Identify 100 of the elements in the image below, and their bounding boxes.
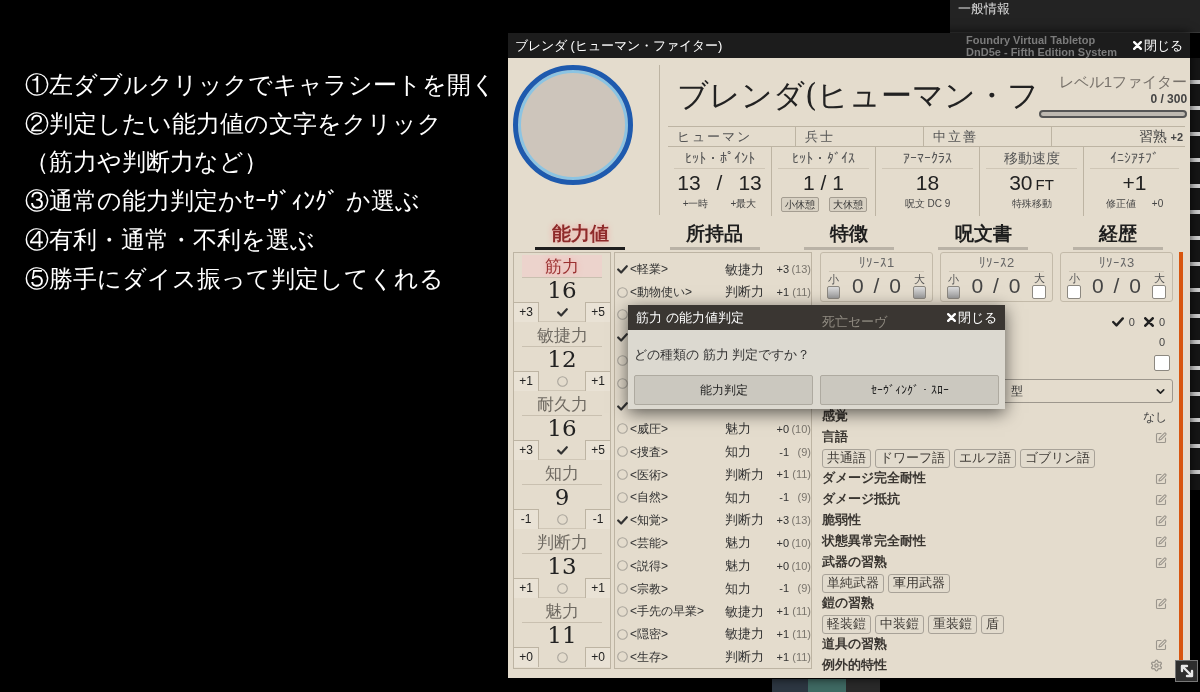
skill-name[interactable]: <動物使い> — [630, 283, 692, 302]
rest-button[interactable]: 大休憩 — [828, 197, 867, 212]
circle-icon[interactable] — [617, 560, 628, 572]
edit-icon[interactable] — [1155, 472, 1167, 485]
tab[interactable]: 呪文書 — [938, 221, 1029, 250]
skill-name[interactable]: <軽業> — [630, 260, 668, 279]
edit-icon[interactable] — [1155, 493, 1167, 506]
detail-text[interactable]: 中立善 — [933, 127, 978, 146]
settings-icon[interactable] — [1150, 659, 1163, 672]
skill-name[interactable]: <隠密> — [630, 625, 668, 644]
ability-name[interactable]: 判断力 — [522, 531, 602, 554]
circle-icon[interactable] — [556, 582, 568, 594]
ability-name[interactable]: 筋力 — [522, 255, 602, 278]
tab[interactable]: 所持品 — [669, 221, 760, 250]
circle-icon[interactable] — [617, 309, 628, 321]
skill-name[interactable]: <威圧> — [630, 419, 668, 438]
edit-icon[interactable] — [1155, 535, 1167, 548]
success-count: 0 — [1128, 314, 1135, 330]
circle-icon[interactable] — [617, 583, 628, 595]
edit-icon[interactable] — [1155, 556, 1167, 569]
ability-name[interactable]: 知力 — [522, 462, 602, 485]
circle-icon[interactable] — [556, 375, 568, 387]
checkbox[interactable] — [1154, 355, 1170, 371]
system-info-text: Foundry Virtual Tabletop — [966, 33, 1097, 46]
edit-icon[interactable] — [1155, 514, 1167, 527]
ability-score[interactable]: 16 — [547, 416, 577, 440]
rest-label: 小 — [828, 273, 839, 285]
rest-button[interactable]: 小休憩 — [780, 197, 819, 212]
resource-label[interactable]: ﾘｿｰｽ2 — [949, 254, 1044, 272]
check-icon[interactable] — [617, 401, 628, 411]
circle-icon[interactable] — [617, 286, 628, 298]
check-icon[interactable] — [556, 445, 568, 455]
check-icon[interactable] — [617, 515, 628, 525]
circle-icon[interactable] — [617, 377, 628, 389]
circle-icon[interactable] — [617, 446, 628, 458]
skill-name[interactable]: <生存> — [630, 647, 668, 666]
circle-icon[interactable] — [617, 537, 628, 549]
ability-score[interactable]: 16 — [547, 278, 577, 302]
scrollbar[interactable] — [1179, 252, 1183, 660]
circle-icon[interactable] — [617, 651, 628, 663]
roll-option-button[interactable]: ｾｰｳﾞｨﾝｸﾞ・ｽﾛｰ — [820, 375, 999, 405]
edit-icon[interactable] — [1155, 638, 1167, 651]
checkbox[interactable] — [1152, 285, 1166, 299]
detail-text[interactable]: ヒューマン — [677, 127, 752, 146]
skill-name[interactable]: <医術> — [630, 465, 668, 484]
circle-icon[interactable] — [617, 628, 628, 640]
checkbox[interactable] — [1032, 285, 1046, 299]
skill-name[interactable]: <宗教> — [630, 579, 668, 598]
stat-note: +一時 — [682, 197, 709, 210]
skill-ability: 判断力 — [725, 283, 764, 302]
circle-icon[interactable] — [617, 423, 628, 435]
close-button[interactable]: 閉じる — [947, 307, 997, 328]
resource-value[interactable]: 0 / 0 — [1092, 273, 1141, 299]
ability-score[interactable]: 11 — [547, 623, 577, 647]
skill-name[interactable]: <自然> — [630, 488, 668, 507]
check-icon[interactable] — [617, 333, 628, 343]
passive-score: (9) — [797, 581, 811, 597]
edit-icon[interactable] — [1155, 431, 1167, 444]
skill-name[interactable]: <説得> — [630, 556, 668, 575]
detail-text[interactable]: 兵士 — [805, 127, 835, 146]
tab[interactable]: 経歴 — [1072, 221, 1163, 250]
skill-name[interactable]: <捜査> — [630, 442, 668, 461]
cross-icon — [1143, 317, 1154, 327]
instruction-line: ②判定したい能力値の文字をクリック — [25, 108, 442, 139]
resource-label[interactable]: ﾘｿｰｽ1 — [829, 254, 924, 272]
roll-option-button[interactable]: 能力判定 — [634, 375, 813, 405]
ability-score[interactable]: 13 — [547, 554, 577, 578]
trait-label: 武器の習熟 — [822, 554, 887, 572]
close-button[interactable]: 閉じる — [1133, 35, 1183, 56]
circle-icon[interactable] — [556, 651, 568, 663]
check-icon[interactable] — [556, 307, 568, 317]
ability-name[interactable]: 魅力 — [522, 600, 602, 623]
circle-icon[interactable] — [617, 355, 628, 367]
edit-icon[interactable] — [1155, 597, 1167, 610]
resize-handle[interactable] — [1175, 660, 1198, 682]
resource-label[interactable]: ﾘｿｰｽ3 — [1069, 254, 1164, 272]
circle-icon[interactable] — [617, 491, 628, 503]
ability-modifier: +1 — [514, 578, 539, 598]
resource-value[interactable]: 0 / 0 — [971, 273, 1021, 299]
trait-label: 例外的特性 — [822, 657, 887, 675]
tab[interactable]: 特徴 — [804, 221, 894, 250]
checkbox[interactable] — [1067, 285, 1081, 299]
circle-icon[interactable] — [617, 469, 628, 481]
ability-score[interactable]: 12 — [547, 347, 577, 371]
skill-name[interactable]: <芸能> — [630, 533, 668, 552]
ability-score[interactable]: 9 — [554, 485, 570, 509]
character-name[interactable]: ブレンダ(ヒューマン・フ — [668, 65, 1040, 115]
ability-name[interactable]: 敏捷力 — [522, 324, 602, 347]
check-icon[interactable] — [617, 264, 628, 274]
skill-name[interactable]: <知覚> — [630, 511, 668, 530]
circle-icon[interactable] — [556, 513, 568, 525]
passive-score: (13) — [791, 512, 811, 528]
tab[interactable]: 能力値 — [535, 221, 626, 250]
thumbnail-placeholder — [772, 679, 808, 692]
sidebar-title: 一般情報 — [957, 0, 1011, 16]
circle-icon[interactable] — [617, 605, 628, 617]
ability-name[interactable]: 耐久力 — [522, 393, 602, 416]
resource-value[interactable]: 0 / 0 — [852, 273, 901, 299]
passive-score: (11) — [792, 604, 811, 620]
skill-name[interactable]: <手先の早業> — [630, 602, 704, 621]
